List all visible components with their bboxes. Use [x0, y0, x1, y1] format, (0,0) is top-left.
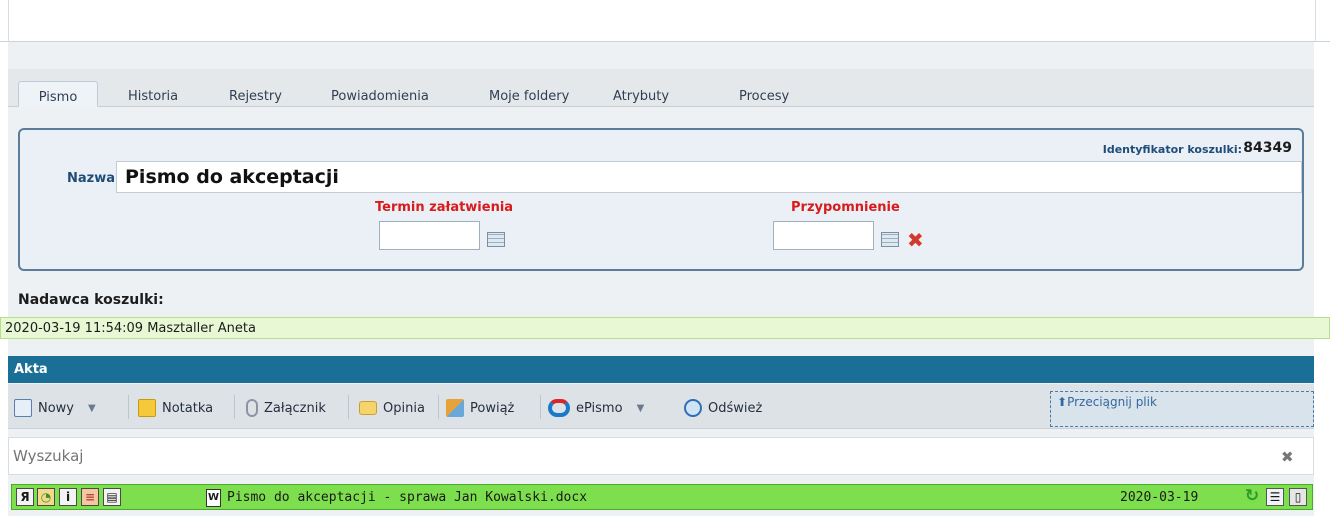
link-icon: [446, 399, 464, 417]
toolbar-divider: [348, 395, 349, 419]
note-icon: [138, 399, 156, 417]
epismo-button-label: ePismo: [576, 400, 623, 416]
info-icon[interactable]: i: [59, 488, 77, 506]
chevron-down-icon: ▼: [636, 402, 645, 414]
attachment-button[interactable]: Załącznik: [246, 397, 326, 419]
toolbar-divider: [438, 395, 439, 419]
refresh-button[interactable]: Odśwież: [684, 397, 762, 419]
tab-rejestry[interactable]: Rejestry: [229, 81, 282, 107]
new-button[interactable]: Nowy ▼: [14, 397, 96, 419]
toolbar-divider: [128, 395, 129, 419]
document-form: Identyfikator koszulki: 84349 Nazwa Term…: [18, 128, 1304, 271]
file-drop-zone[interactable]: ⬆Przeciągnij plik: [1050, 391, 1314, 427]
tab-procesy[interactable]: Procesy: [739, 81, 789, 107]
document-name[interactable]: Pismo do akceptacji - sprawa Jan Kowalsk…: [227, 490, 587, 505]
reminder-label: Przypomnienie: [791, 200, 900, 215]
list-icon[interactable]: ☰: [1266, 488, 1284, 506]
tab-powiadomienia[interactable]: Powiadomienia: [331, 81, 429, 107]
word-document-icon: W: [206, 489, 221, 507]
tab-pismo[interactable]: Pismo: [18, 81, 98, 107]
refresh-icon[interactable]: ↻: [1243, 488, 1261, 506]
upload-icon: ⬆: [1057, 395, 1068, 409]
tab-atrybuty[interactable]: Atrybuty: [613, 81, 669, 107]
refresh-icon: [684, 399, 702, 417]
divider: [1315, 0, 1316, 42]
new-button-label: Nowy: [38, 400, 75, 416]
identifier-value: 84349: [1243, 140, 1292, 156]
top-strip: [0, 0, 1330, 42]
note-button[interactable]: Notatka: [138, 397, 213, 419]
toolbar-divider: [540, 395, 541, 419]
document-row[interactable]: Я ◔ i ≡ ▤ W Pismo do akceptacji - sprawa…: [11, 484, 1313, 510]
trash-icon[interactable]: ▯: [1289, 488, 1307, 506]
link-button-label: Powiąż: [470, 400, 515, 416]
paperclip-icon: [246, 399, 258, 417]
toolbar-divider: [234, 395, 235, 419]
tab-bar: Pismo Historia Rejestry Powiadomienia Mo…: [8, 69, 1314, 107]
tab-moje-foldery[interactable]: Moje foldery: [489, 81, 569, 107]
approve-icon[interactable]: ◔: [37, 488, 55, 506]
name-input[interactable]: [116, 161, 1302, 193]
drop-zone-label: Przeciągnij plik: [1067, 395, 1157, 409]
calendar-icon[interactable]: [487, 232, 505, 247]
clear-reminder-icon[interactable]: ✖: [907, 230, 924, 250]
pdf-icon[interactable]: ≡: [81, 488, 99, 506]
chevron-down-icon: ▼: [88, 402, 96, 414]
calendar-icon[interactable]: [881, 232, 899, 247]
attachment-button-label: Załącznik: [264, 400, 326, 416]
signature-icon[interactable]: Я: [16, 488, 34, 506]
form-icon[interactable]: ▤: [103, 488, 121, 506]
akta-header: Akta: [8, 356, 1314, 383]
main-panel: Pismo Historia Rejestry Powiadomienia Mo…: [0, 42, 1330, 516]
epismo-logo-icon: [548, 399, 570, 417]
name-label: Nazwa: [67, 171, 116, 186]
due-date-label: Termin załatwienia: [375, 200, 514, 215]
note-button-label: Notatka: [162, 400, 214, 416]
close-icon[interactable]: ✖: [1281, 448, 1294, 466]
reminder-input[interactable]: [773, 221, 874, 250]
sender-entry: 2020-03-19 11:54:09 Masztaller Aneta: [0, 317, 1330, 339]
due-date-input[interactable]: [379, 221, 480, 250]
identifier-label: Identyfikator koszulki:: [1102, 143, 1242, 156]
tab-historia[interactable]: Historia: [128, 81, 178, 107]
opinion-button-label: Opinia: [383, 400, 425, 416]
refresh-button-label: Odśwież: [708, 400, 763, 416]
search-input[interactable]: [8, 437, 1314, 475]
opinion-button[interactable]: Opinia: [359, 397, 425, 419]
divider: [8, 0, 9, 42]
comment-icon: [359, 401, 377, 415]
sender-label: Nadawca koszulki:: [18, 292, 164, 308]
new-document-icon: [14, 399, 32, 417]
epismo-button[interactable]: ePismo ▼: [548, 397, 644, 419]
link-button[interactable]: Powiąż: [446, 397, 514, 419]
document-date: 2020-03-19: [1120, 490, 1199, 505]
